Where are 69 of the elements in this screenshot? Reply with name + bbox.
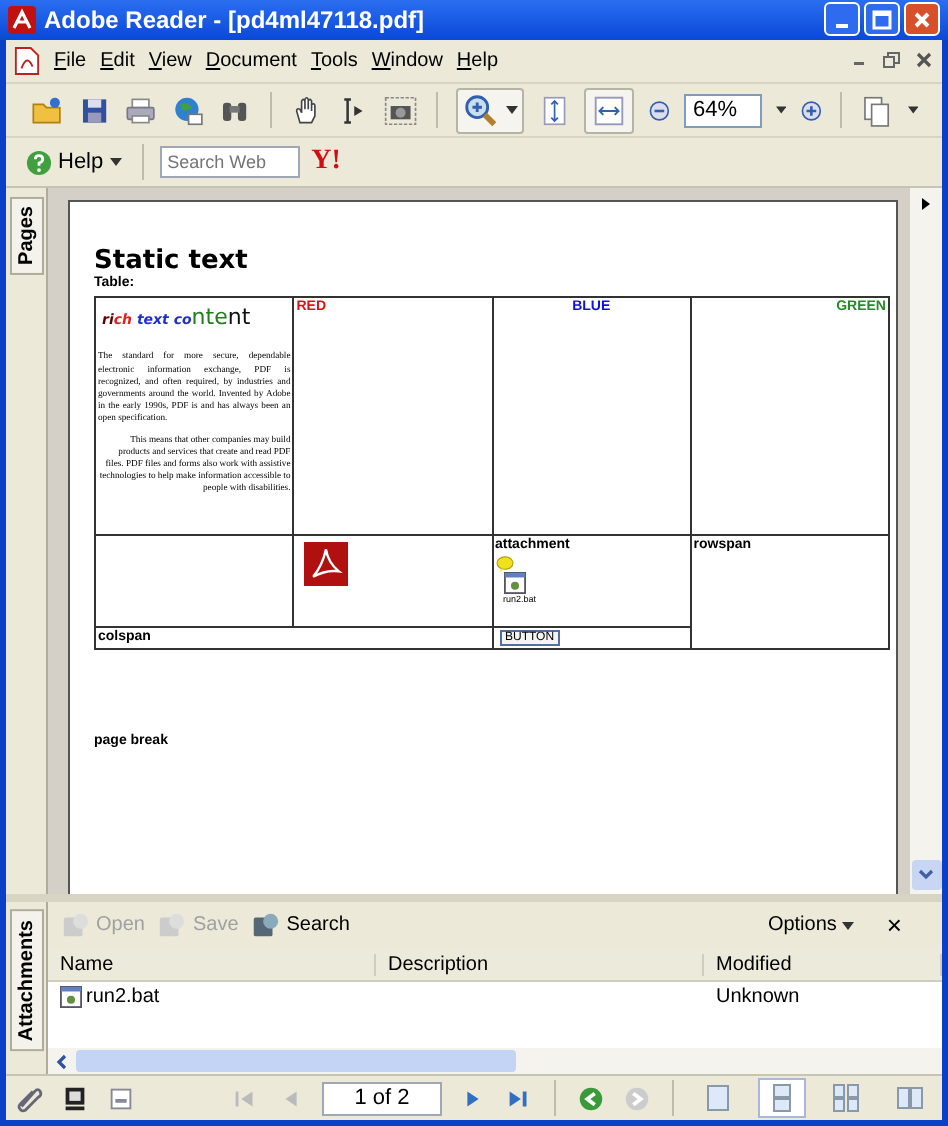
menu-item[interactable]: Help [456, 49, 499, 72]
menu-item[interactable]: Window [371, 49, 443, 72]
page-layout-icon [768, 1084, 796, 1113]
column-header[interactable]: Description [376, 953, 704, 976]
close-button[interactable] [904, 2, 940, 37]
page-layout-icon [896, 1084, 924, 1113]
fit-width-icon [590, 91, 629, 130]
triangle-right-icon[interactable] [918, 196, 934, 213]
zoom-in-icon[interactable] [799, 97, 823, 124]
attachments-tab[interactable]: Attachments [9, 909, 43, 1051]
yahoo-logo[interactable]: Y! [311, 146, 341, 179]
restore-icon[interactable] [882, 50, 902, 71]
pages-tab[interactable]: Pages [9, 196, 43, 276]
horizontal-scrollbar[interactable] [48, 1048, 942, 1075]
minimize-button[interactable] [824, 2, 860, 37]
caret-icon[interactable] [775, 106, 786, 115]
page-layout-icon [704, 1084, 732, 1113]
monitor-icon[interactable] [60, 1083, 90, 1114]
close-icon[interactable] [914, 50, 934, 71]
table-cell[interactable]: run2.bat [86, 986, 160, 1009]
close-button[interactable]: × [886, 910, 902, 941]
caret-icon [505, 106, 517, 115]
zoom-field[interactable]: 64% [684, 93, 762, 128]
zoom-in-button[interactable] [455, 87, 523, 134]
search-field[interactable]: Search Web [159, 146, 300, 179]
zoom-out-icon[interactable] [648, 97, 671, 124]
options-button[interactable]: Options [767, 914, 855, 937]
camera-icon[interactable] [384, 91, 418, 130]
zoom-in-icon [461, 91, 499, 130]
menu-item[interactable]: Document [205, 49, 297, 72]
chevron-down-icon[interactable] [918, 866, 934, 883]
caret-icon[interactable] [907, 106, 918, 115]
table-cell[interactable]: Unknown [716, 986, 800, 1009]
menu-item[interactable]: Tools [310, 49, 358, 72]
menu-item[interactable]: Edit [100, 49, 135, 72]
window-icon[interactable] [106, 1083, 136, 1114]
toolbar-icon [60, 910, 90, 941]
toolbar-icon [156, 910, 187, 941]
paperclip-icon[interactable] [14, 1083, 44, 1114]
close-icon [912, 9, 932, 30]
pages-icon[interactable] [860, 91, 894, 130]
menu-item[interactable]: File [54, 49, 87, 72]
comment-icon[interactable] [495, 556, 513, 573]
maximize-button[interactable] [864, 2, 900, 37]
page-layout-button[interactable] [758, 1078, 806, 1119]
page-layout-icon [832, 1084, 860, 1113]
caret-icon [109, 158, 122, 167]
help-button[interactable]: Help [22, 149, 126, 176]
toolbar-icon [250, 910, 281, 941]
file-icon [60, 986, 82, 1009]
toolbar-button[interactable]: Search [250, 910, 350, 941]
fit-width-button[interactable] [584, 87, 635, 134]
window-title: Adobe Reader - [pd4ml47118.pdf] [44, 5, 427, 34]
chevron-left-icon[interactable] [54, 1053, 70, 1070]
back-icon[interactable] [576, 1083, 606, 1114]
column-header[interactable]: Modified [704, 953, 942, 976]
column-header[interactable]: Name [48, 953, 376, 976]
vertical-scrollbar[interactable] [910, 188, 942, 894]
maximize-icon [872, 9, 892, 30]
pdf-logo-icon [304, 542, 349, 587]
document-icon [14, 45, 40, 76]
file-icon[interactable] [503, 572, 525, 595]
help-icon [26, 149, 52, 176]
document-title: Static text [94, 246, 250, 277]
menu-item[interactable]: View [148, 49, 192, 72]
minimize-icon [836, 23, 848, 28]
caret-icon [842, 921, 855, 930]
page-number-field[interactable]: 1 of 2 [322, 1081, 442, 1116]
app-logo-icon [8, 5, 36, 34]
